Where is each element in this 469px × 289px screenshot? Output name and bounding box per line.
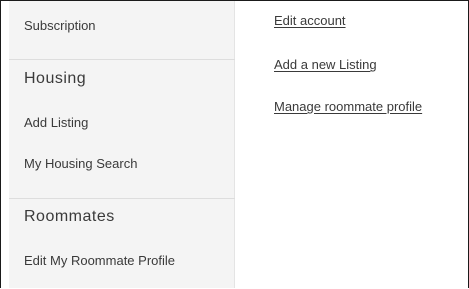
account-page: Subscription Housing Add Listing My Hous… xyxy=(0,0,469,288)
sidebar-divider xyxy=(9,59,235,60)
add-new-listing-link[interactable]: Add a new Listing xyxy=(274,57,377,72)
sidebar-item-my-housing-search[interactable]: My Housing Search xyxy=(24,156,137,171)
edit-account-link[interactable]: Edit account xyxy=(274,13,346,28)
manage-roommate-profile-link[interactable]: Manage roommate profile xyxy=(274,99,422,114)
sidebar-item-add-listing[interactable]: Add Listing xyxy=(24,115,88,130)
section-heading-housing: Housing xyxy=(24,70,87,87)
sidebar-divider xyxy=(9,198,235,199)
sidebar-item-edit-roommate-profile[interactable]: Edit My Roommate Profile xyxy=(24,253,175,268)
sidebar-item-subscription[interactable]: Subscription xyxy=(24,18,96,33)
section-heading-roommates: Roommates xyxy=(24,208,115,225)
account-sidebar: Subscription Housing Add Listing My Hous… xyxy=(9,1,235,288)
account-links-panel: Edit account Add a new Listing Manage ro… xyxy=(235,1,468,288)
